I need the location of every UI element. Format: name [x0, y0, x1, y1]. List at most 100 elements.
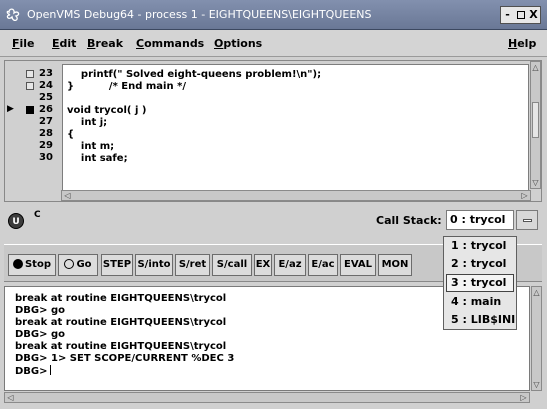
scroll-down-icon[interactable]: ▽: [531, 177, 540, 188]
step-into-button[interactable]: S/into: [135, 254, 173, 276]
status-row: U C Call Stack: 0 : trycol: [0, 206, 547, 236]
menu-options[interactable]: Options: [214, 37, 262, 50]
scroll-right-icon[interactable]: ▷: [518, 393, 529, 402]
command-prompt: DBG>: [15, 366, 48, 377]
debugger-window: OpenVMS Debug64 - process 1 - EIGHTQUEEN…: [0, 0, 547, 409]
examine-button[interactable]: EX: [254, 254, 272, 276]
call-stack-option-highlighted[interactable]: 3 : trycol: [446, 274, 514, 292]
call-stack-option[interactable]: 5 : LIB$INI: [446, 311, 515, 329]
line-number: 28: [39, 128, 53, 139]
breakpoint-toggle-set[interactable]: [26, 106, 34, 114]
gutter-row: ▶ 26: [5, 104, 60, 115]
menu-options-label: ptions: [223, 37, 263, 50]
scroll-right-icon[interactable]: ▷: [519, 191, 530, 200]
breakpoint-toggle[interactable]: [26, 70, 34, 78]
process-status-icon: U: [8, 213, 24, 229]
eval-button[interactable]: EVAL: [340, 254, 376, 276]
source-line: int safe;: [67, 153, 128, 164]
menu-file[interactable]: File: [12, 37, 35, 50]
gutter-row: 28: [5, 128, 60, 139]
source-line: void trycol( j ): [67, 105, 147, 116]
menu-help[interactable]: Help: [508, 37, 536, 50]
menu-edit-label: dit: [59, 37, 77, 50]
menu-commands[interactable]: Commands: [136, 37, 204, 50]
current-line-arrow-icon: ▶: [7, 104, 14, 114]
output-line: break at routine EIGHTQUEENS\trycol: [15, 293, 227, 304]
source-view: 23 24 25 ▶ 26 27 28 29 30 printf(" Solve…: [4, 60, 542, 202]
scrollbar-thumb[interactable]: [532, 102, 539, 138]
line-number: 27: [39, 116, 53, 127]
menu-file-label: ile: [19, 37, 35, 50]
maximize-button[interactable]: [514, 7, 527, 23]
call-stack-option[interactable]: 4 : main: [446, 293, 514, 311]
menu-break[interactable]: Break: [87, 37, 123, 50]
source-line: printf(" Solved eight-queens problem!\n"…: [67, 69, 322, 80]
output-line: break at routine EIGHTQUEENS\trycol: [15, 341, 227, 352]
menu-options-mnemonic: O: [214, 37, 224, 50]
breakpoint-toggle[interactable]: [26, 82, 34, 90]
call-stack-option[interactable]: 1 : trycol: [446, 237, 514, 255]
step-call-button[interactable]: S/call: [212, 254, 252, 276]
source-line: int j;: [67, 117, 108, 128]
menu-help-label: elp: [517, 37, 537, 50]
gutter-row: 24: [5, 80, 60, 91]
source-line: } /* End main */: [67, 81, 186, 92]
command-prompt-line[interactable]: DBG>: [15, 365, 51, 378]
menu-break-label: reak: [95, 37, 124, 50]
menu-edit[interactable]: Edit: [52, 37, 76, 50]
close-button[interactable]: X: [527, 7, 540, 23]
scroll-up-icon[interactable]: △: [532, 287, 541, 298]
maximize-icon: [516, 11, 525, 19]
source-vertical-scrollbar[interactable]: △ ▽: [530, 61, 541, 189]
call-stack-label: Call Stack:: [376, 214, 442, 227]
call-stack-popup: 1 : trycol 2 : trycol 3 : trycol 4 : mai…: [443, 236, 517, 330]
menu-edit-mnemonic: E: [52, 37, 60, 50]
go-label: Go: [76, 259, 92, 270]
call-stack-select[interactable]: 0 : trycol: [446, 210, 514, 230]
text-cursor: [49, 365, 51, 375]
source-line: {: [67, 129, 75, 140]
scroll-down-icon[interactable]: ▽: [532, 379, 541, 390]
line-number: 25: [39, 92, 53, 103]
source-code-pane[interactable]: printf(" Solved eight-queens problem!\n"…: [62, 64, 529, 192]
stop-button[interactable]: Stop: [8, 254, 56, 276]
menu-commands-label: ommands: [144, 37, 205, 50]
title-bar[interactable]: OpenVMS Debug64 - process 1 - EIGHTQUEEN…: [0, 0, 547, 30]
source-gutter: 23 24 25 ▶ 26 27 28 29 30: [5, 61, 60, 189]
monitor-button[interactable]: MON: [378, 254, 412, 276]
call-stack-option[interactable]: 2 : trycol: [446, 255, 514, 273]
gutter-row: 23: [5, 68, 60, 79]
line-number: 26: [39, 104, 53, 115]
output-vertical-scrollbar[interactable]: △ ▽: [531, 286, 542, 391]
line-number: 23: [39, 68, 53, 79]
step-button[interactable]: STEP: [101, 254, 133, 276]
gutter-row: 25: [5, 92, 60, 103]
source-horizontal-scrollbar[interactable]: ◁ ▷: [61, 190, 531, 201]
menu-commands-mnemonic: C: [136, 37, 145, 50]
menu-help-mnemonic: H: [508, 37, 518, 50]
line-number: 29: [39, 140, 53, 151]
scroll-left-icon[interactable]: ◁: [5, 393, 16, 402]
go-button[interactable]: Go: [58, 254, 98, 276]
output-line: break at routine EIGHTQUEENS\trycol: [15, 317, 227, 328]
examine-az-button[interactable]: E/az: [274, 254, 306, 276]
menu-file-mnemonic: F: [12, 37, 20, 50]
menu-bar: File Edit Break Commands Options Help: [0, 30, 547, 57]
output-horizontal-scrollbar[interactable]: ◁ ▷: [4, 392, 530, 403]
examine-ac-button[interactable]: E/ac: [308, 254, 338, 276]
step-return-button[interactable]: S/ret: [175, 254, 210, 276]
window-title: OpenVMS Debug64 - process 1 - EIGHTQUEEN…: [27, 8, 372, 21]
go-icon: [64, 259, 75, 269]
stop-label: Stop: [24, 259, 51, 270]
scroll-left-icon[interactable]: ◁: [62, 191, 73, 200]
minimize-button[interactable]: -: [501, 7, 514, 23]
output-line: DBG> go: [15, 305, 66, 316]
line-number: 24: [39, 80, 53, 91]
gutter-row: 27: [5, 116, 60, 127]
dropdown-icon: [523, 219, 532, 222]
output-line: DBG> go: [15, 329, 66, 340]
call-stack-dropdown-button[interactable]: [516, 210, 538, 230]
window-menu-icon[interactable]: [6, 7, 22, 23]
scroll-up-icon[interactable]: △: [531, 62, 540, 73]
output-line: DBG> 1> SET SCOPE/CURRENT %DEC 3: [15, 353, 235, 364]
